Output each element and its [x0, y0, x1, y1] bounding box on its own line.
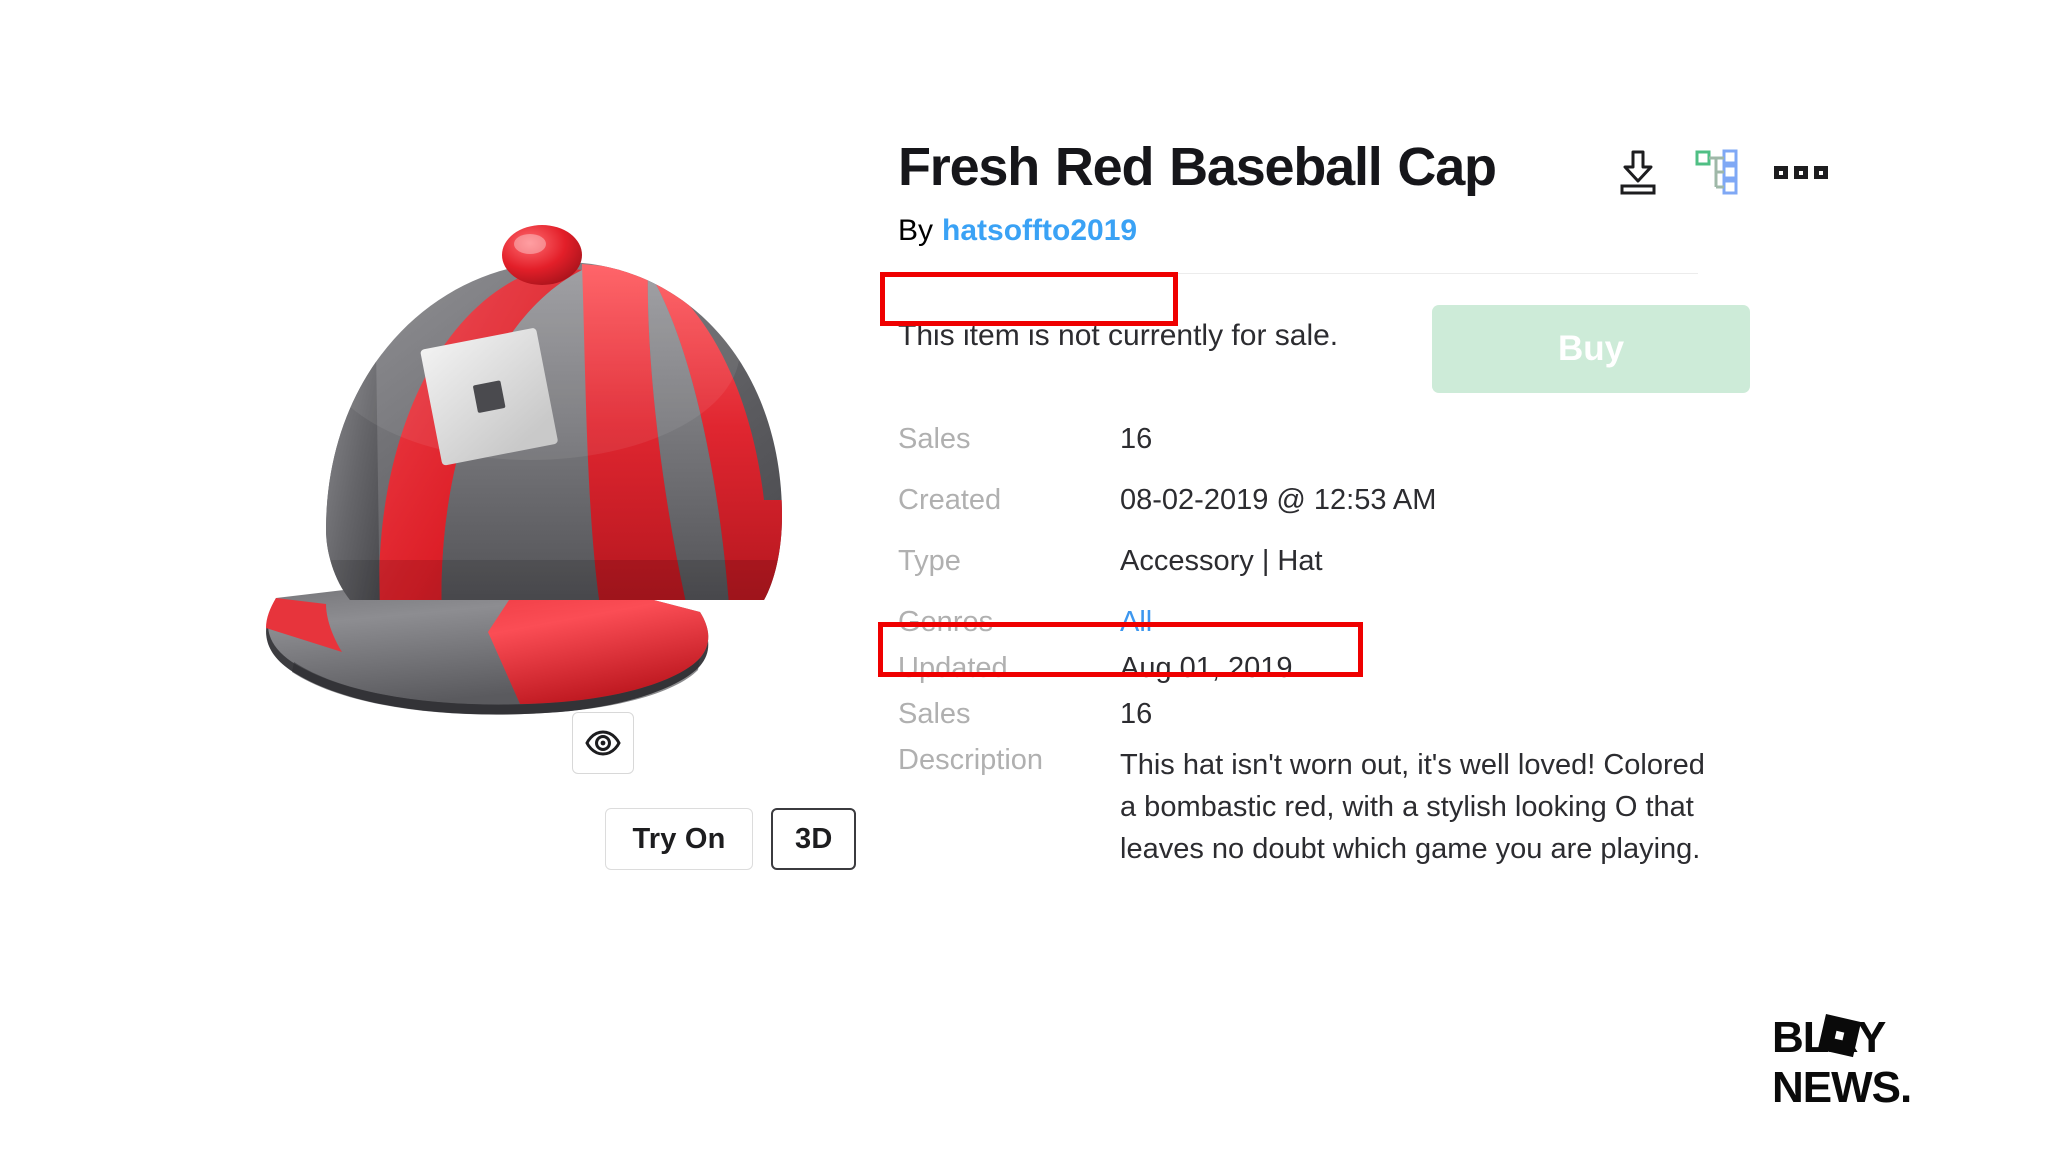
cap-crown [326, 225, 782, 600]
spec-label: Sales [898, 423, 971, 455]
spec-value: Aug 01, 2019 [1120, 652, 1293, 684]
header-divider [898, 273, 1698, 274]
byline-prefix-label: By [898, 214, 934, 247]
item-spec-table: Sales 16 Created 08-02-2019 @ 12:53 AM Type A… [898, 423, 1728, 898]
spec-value: 08-02-2019 @ 12:53 AM [1120, 484, 1437, 516]
watermark-line-2: NEWS. [1772, 1063, 1911, 1110]
three-d-view-button[interactable]: 3D [771, 808, 857, 870]
viewer-mode-buttons: Try On 3D [605, 808, 857, 870]
spec-row: Genres All [898, 606, 1728, 652]
page-title: Fresh Red Baseball Cap [898, 137, 1497, 197]
spec-value: Accessory | Hat [1120, 545, 1323, 577]
spec-row: Sales 16 [898, 698, 1728, 744]
spec-value: 16 [1120, 423, 1153, 455]
bloxy-news-watermark: BLXY NEWS. [1772, 1010, 2002, 1112]
roblox-logo-patch [420, 328, 558, 466]
item-image-baseball-cap[interactable] [230, 200, 870, 730]
spec-label: Type [898, 545, 961, 577]
try-on-button[interactable]: Try On [605, 808, 753, 870]
spec-label: Genres [898, 606, 994, 638]
spec-label: Updated [898, 652, 1008, 684]
spec-row: Type Accessory | Hat [898, 545, 1728, 606]
spec-row: Sales 16 [898, 423, 1728, 484]
eye-icon [585, 730, 621, 756]
creator-link[interactable]: hatsoffto2019 [942, 214, 1137, 248]
spec-value[interactable]: All [1120, 606, 1728, 652]
item-preview-pane [230, 200, 870, 760]
spec-label: Created [898, 484, 1002, 516]
purchase-row: This item is not currently for sale. Buy [898, 305, 1898, 397]
spec-label: Sales [898, 698, 971, 730]
creator-byline: By hatsoffto2019 [898, 214, 1137, 248]
spec-row: Description This hat isn't worn out, it's… [898, 744, 1728, 898]
item-details-pane: Fresh Red Baseball Cap By hatsoffto2019 … [898, 140, 1898, 898]
spec-value: This hat isn't worn out, it's well loved… [1120, 749, 1705, 866]
preview-visibility-toggle-button[interactable] [572, 712, 634, 774]
buy-button[interactable]: Buy [1432, 305, 1750, 393]
sale-status-text: This item is not currently for sale. [898, 319, 1339, 352]
spec-row: Created 08-02-2019 @ 12:53 AM [898, 484, 1728, 545]
spec-label: Description [898, 744, 1044, 776]
spec-value: 16 [1120, 698, 1153, 730]
spec-row: Updated Aug 01, 2019 [898, 652, 1728, 698]
cap-top-button [502, 225, 582, 285]
